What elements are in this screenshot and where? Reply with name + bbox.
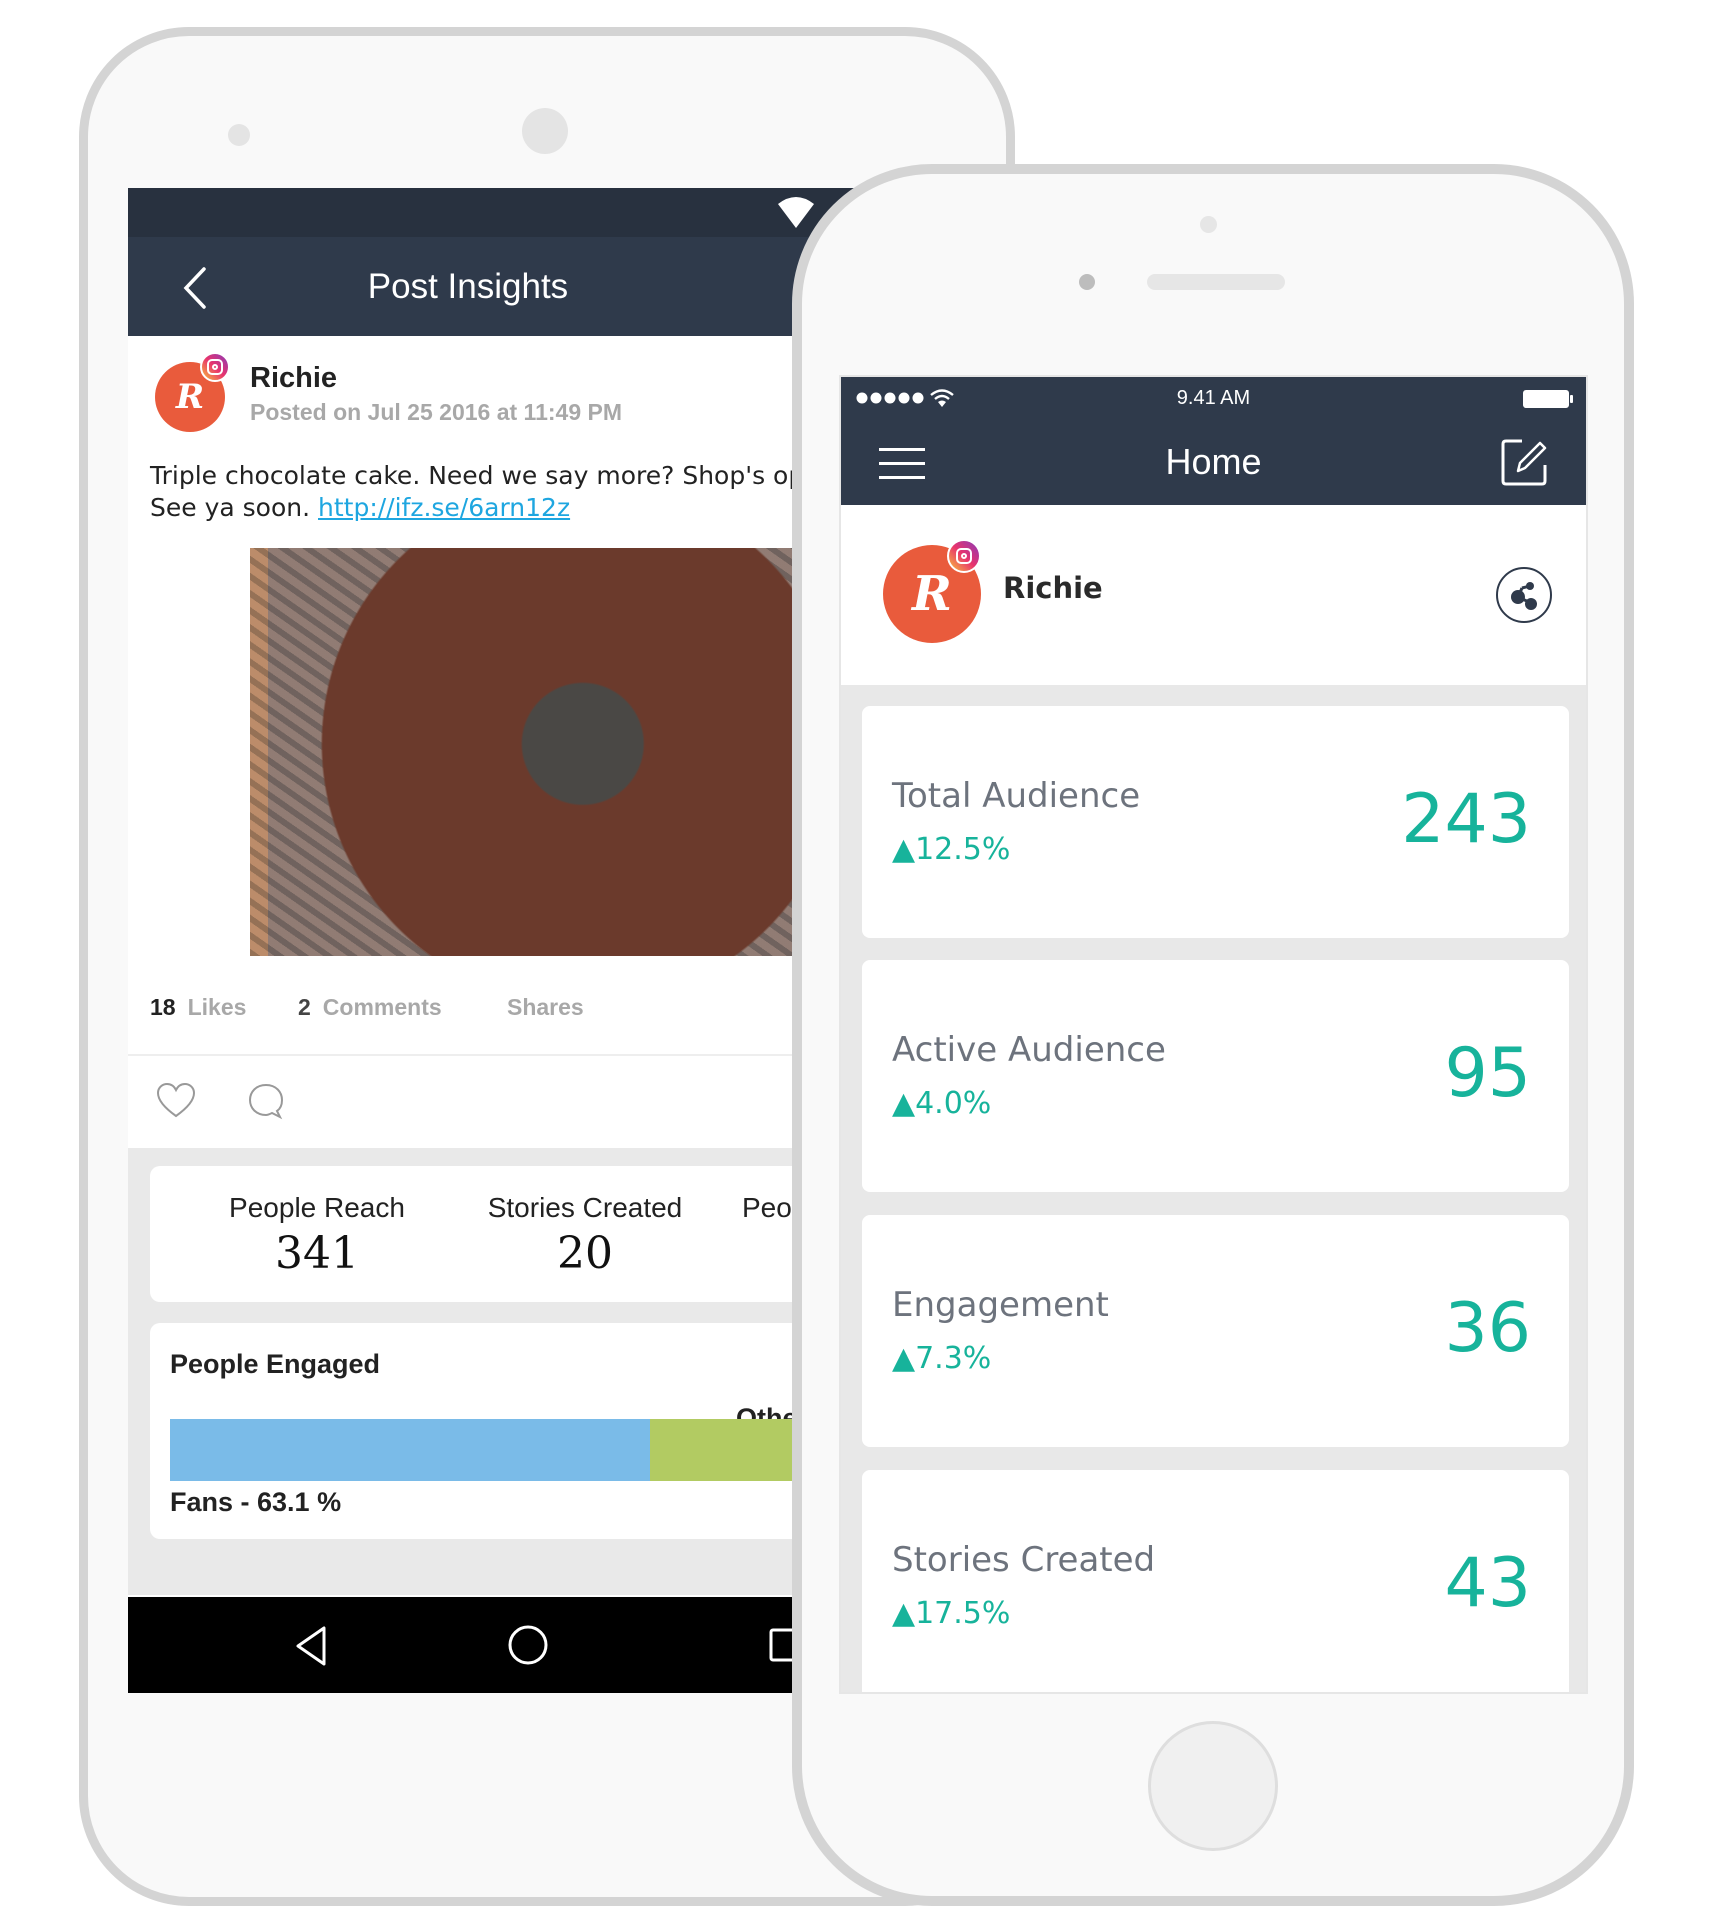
page-title: Post Insights — [367, 266, 569, 306]
stat-value: 243 — [1401, 780, 1531, 859]
shares-stat[interactable]: Shares — [507, 994, 584, 1021]
stat-card-active-audience[interactable]: Active Audience ▲4.0% 95 — [862, 960, 1569, 1192]
post-card: R Richie Posted on Jul 25 2016 at 11:49 … — [128, 336, 888, 1148]
battery-icon — [1523, 390, 1573, 408]
post-link[interactable]: http://ifz.se/6arn12z — [318, 493, 570, 522]
iphone-screen: 9.41 AM Home R Richie Total Audience ▲12… — [839, 375, 1588, 1694]
metric-label: Stories Created — [487, 1192, 683, 1223]
instagram-icon — [947, 539, 981, 573]
post-date: Posted on Jul 25 2016 at 11:49 PM — [250, 399, 622, 425]
people-engaged-card: People Engaged Other Fans - 63.1 % — [150, 1323, 888, 1539]
android-status-bar — [128, 188, 888, 237]
iphone-speaker — [1147, 274, 1285, 290]
metric-value: 341 — [275, 1228, 359, 1279]
post-actions — [128, 1058, 888, 1148]
android-nav-bar — [128, 1595, 888, 1693]
fans-label: Fans - 63.1 % — [170, 1487, 342, 1517]
stat-value: 95 — [1444, 1034, 1531, 1113]
chevron-left-icon[interactable] — [176, 263, 216, 313]
stat-card-engagement[interactable]: Engagement ▲7.3% 36 — [862, 1215, 1569, 1447]
shares-label: Shares — [507, 994, 584, 1020]
metric-people-reach: People Reach 341 — [202, 1192, 432, 1279]
metrics-card: People Reach 341 Stories Created 20 Peo — [150, 1166, 888, 1302]
iphone-front-camera — [1200, 216, 1217, 233]
android-camera — [522, 108, 568, 154]
stat-change: ▲12.5% — [892, 832, 1011, 867]
share-network-button[interactable] — [1496, 567, 1552, 623]
stat-label: Total Audience — [892, 776, 1141, 816]
comments-stat[interactable]: 2 Comments — [298, 994, 442, 1021]
post-text: Triple chocolate cake. Need we say more?… — [150, 460, 888, 524]
stat-value: 36 — [1444, 1289, 1531, 1368]
stat-change: ▲7.3% — [892, 1341, 992, 1376]
ios-nav-bar: Home — [841, 421, 1586, 505]
post-author[interactable]: Richie — [250, 362, 337, 395]
comment-icon[interactable] — [246, 1082, 286, 1120]
profile-header: R Richie — [841, 505, 1586, 685]
ios-status-bar: 9.41 AM — [841, 377, 1586, 421]
stat-label: Engagement — [892, 1285, 1109, 1325]
stat-card-total-audience[interactable]: Total Audience ▲12.5% 243 — [862, 706, 1569, 938]
post-stats-row: 18 Likes 2 Comments Shares — [128, 956, 888, 1056]
stat-change: ▲17.5% — [892, 1596, 1011, 1631]
fans-segment — [170, 1419, 650, 1481]
people-engaged-title: People Engaged — [170, 1349, 381, 1379]
android-screen: Post Insights R Richie Posted on Jul 25 … — [128, 188, 888, 1693]
share-network-icon — [1511, 582, 1537, 610]
comments-count: 2 — [298, 994, 311, 1020]
stat-value: 43 — [1444, 1544, 1531, 1623]
metric-value: 20 — [557, 1228, 613, 1279]
profile-name[interactable]: Richie — [1003, 571, 1103, 605]
likes-count: 18 — [150, 994, 176, 1020]
instagram-icon — [200, 352, 230, 382]
android-sensor — [228, 124, 250, 146]
post-text-line-1: Triple chocolate cake. Need we say more?… — [150, 461, 820, 490]
status-time: 9.41 AM — [1176, 387, 1251, 409]
likes-label: Likes — [187, 994, 247, 1020]
post-text-prefix: See ya soon. — [150, 493, 318, 522]
post-text-line-2: See ya soon. http://ifz.se/6arn12z — [150, 492, 888, 524]
heart-icon[interactable] — [156, 1082, 196, 1120]
avatar-letter: R — [912, 566, 952, 622]
stat-label: Active Audience — [892, 1030, 1166, 1070]
metric-stories-created: Stories Created 20 — [460, 1192, 710, 1279]
nav-back-icon[interactable] — [294, 1625, 330, 1667]
comments-label: Comments — [322, 994, 442, 1020]
stat-card-stories-created[interactable]: Stories Created ▲17.5% 43 — [862, 1470, 1569, 1692]
iphone-sensor — [1079, 274, 1095, 290]
iphone-home-button[interactable] — [1148, 1721, 1278, 1851]
nav-home-icon[interactable] — [506, 1623, 550, 1667]
metric-label: People Reach — [229, 1192, 405, 1223]
engagement-bar — [170, 1419, 888, 1481]
likes-stat[interactable]: 18 Likes — [150, 994, 246, 1021]
stat-change: ▲4.0% — [892, 1086, 992, 1121]
avatar-letter: R — [175, 377, 205, 417]
compose-icon[interactable] — [1500, 437, 1550, 487]
stat-label: Stories Created — [892, 1540, 1156, 1580]
wifi-icon — [778, 197, 814, 228]
android-toolbar: Post Insights — [128, 237, 888, 336]
page-title: Home — [1165, 441, 1262, 482]
